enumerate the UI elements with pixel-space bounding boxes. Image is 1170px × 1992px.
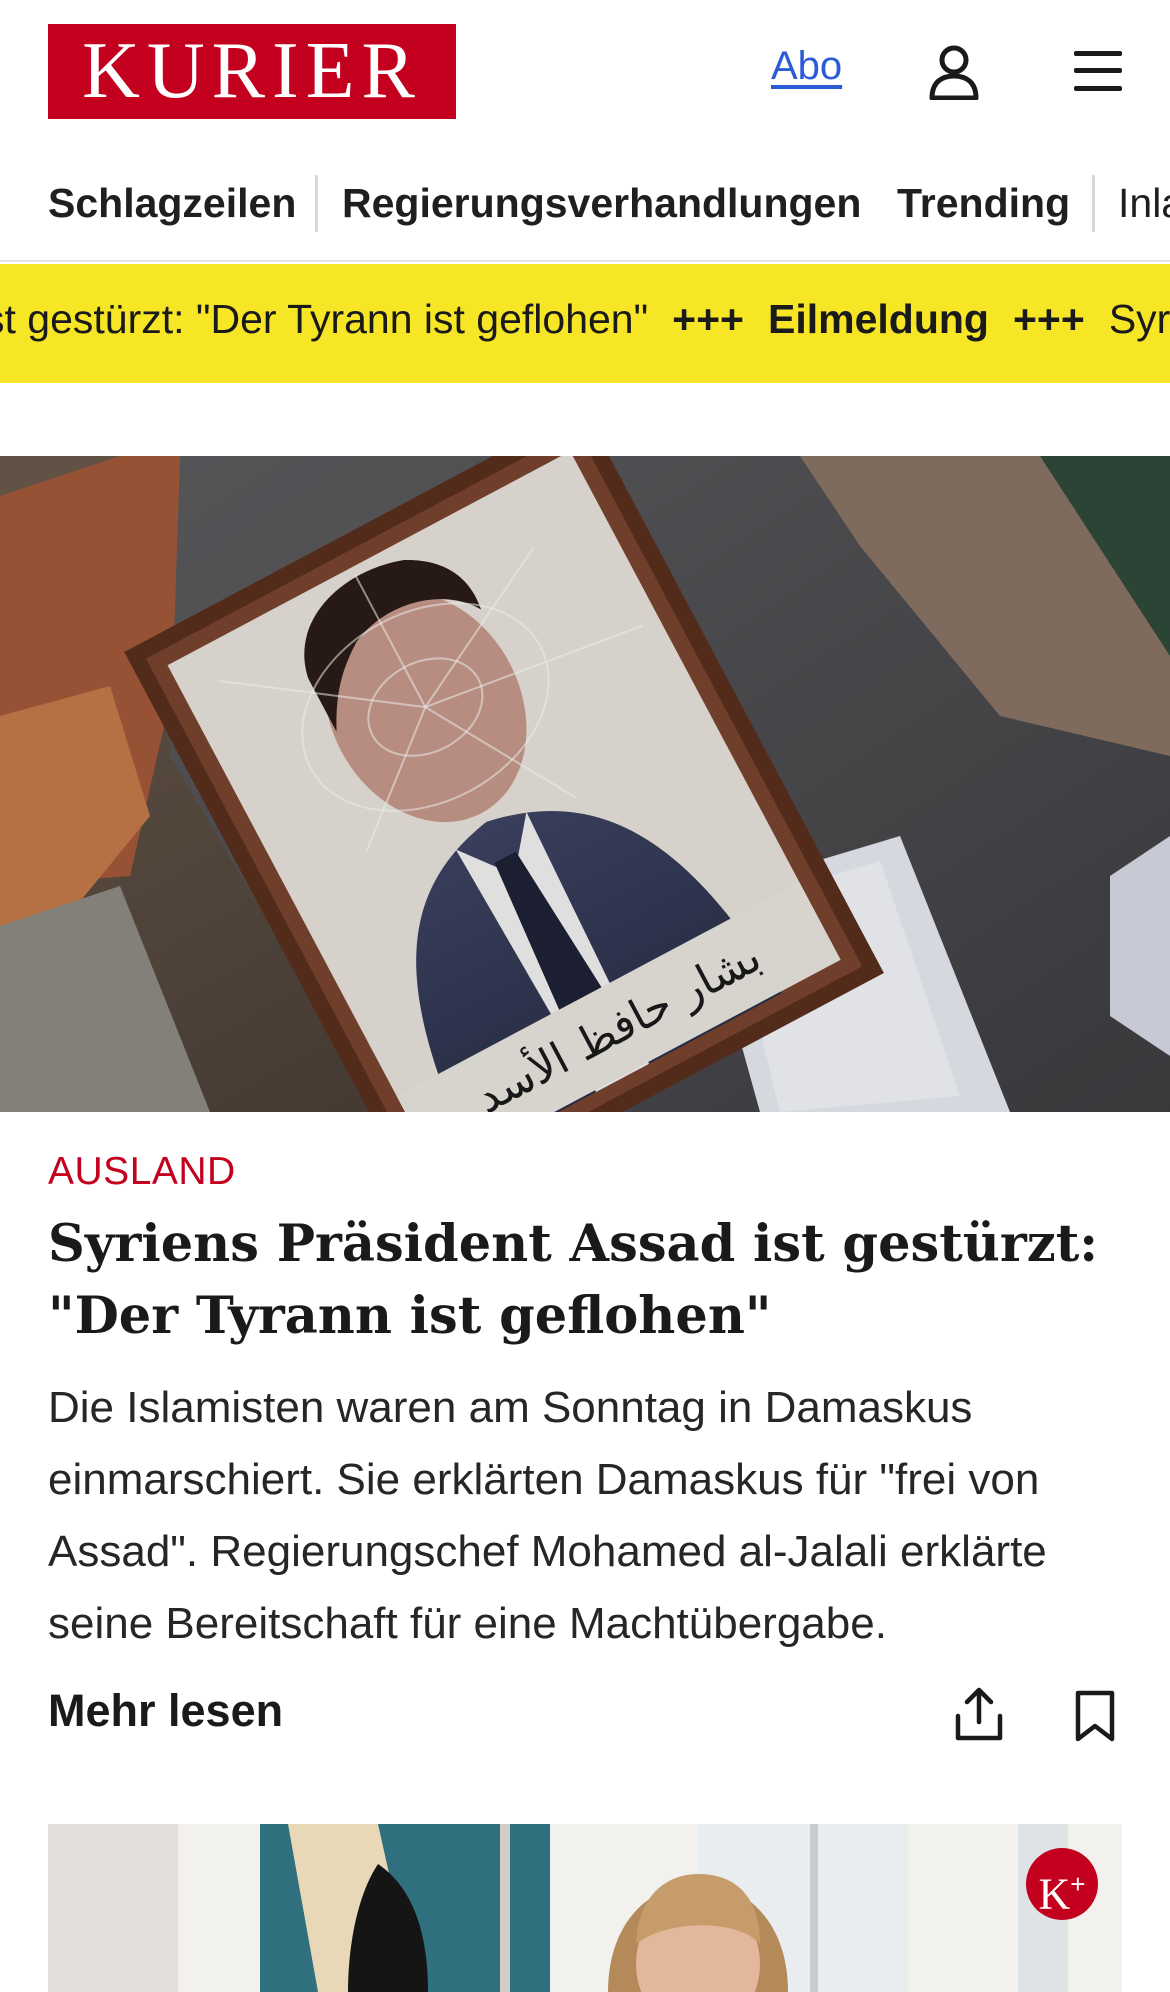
kurier-plus-badge: K+ xyxy=(1026,1848,1098,1920)
nav-divider xyxy=(315,175,318,232)
article-category[interactable]: AUSLAND xyxy=(48,1150,236,1194)
article-teaser: Die Islamisten waren am Sonntag in Damas… xyxy=(48,1383,1047,1648)
nav-item-regierungsverhandlungen[interactable]: Regierungsverhandlungen xyxy=(342,180,861,227)
ticker-headline: Syr xyxy=(1108,296,1170,342)
share-icon[interactable] xyxy=(954,1686,1004,1742)
kplus-letter: K xyxy=(1038,1869,1071,1919)
next-article-image[interactable] xyxy=(48,1824,1122,1992)
bookmark-icon[interactable] xyxy=(1074,1690,1116,1742)
ticker-track: st gestürzt: "Der Tyrann ist geflohen" ++… xyxy=(0,296,1170,343)
breaking-news-ticker[interactable]: st gestürzt: "Der Tyrann ist geflohen" ++… xyxy=(0,264,1170,383)
ticker-separator: +++ xyxy=(1012,296,1085,342)
nav-item-inland[interactable]: Inla xyxy=(1118,180,1170,227)
kplus-sup: + xyxy=(1070,1869,1086,1899)
read-more-link[interactable]: Mehr lesen xyxy=(48,1685,283,1737)
kurier-logo[interactable]: KURIER xyxy=(48,24,456,119)
ticker-headline: st gestürzt: "Der Tyrann ist geflohen" xyxy=(0,296,649,342)
nav-divider xyxy=(1092,175,1095,232)
user-icon[interactable] xyxy=(928,44,980,100)
hero-image[interactable]: بشار حافظ الأسد xyxy=(0,456,1170,1112)
site-header: KURIER Abo xyxy=(0,0,1170,145)
menu-icon[interactable] xyxy=(1072,48,1124,94)
portrait-photo xyxy=(48,1824,1122,1992)
nav-item-schlagzeilen[interactable]: Schlagzeilen xyxy=(48,180,296,227)
broken-portrait-photo: بشار حافظ الأسد xyxy=(0,456,1170,1112)
abo-link[interactable]: Abo xyxy=(771,44,842,89)
article-headline[interactable]: Syriens Präsident Assad ist gestürzt: "D… xyxy=(48,1208,1128,1352)
nav-item-trending[interactable]: Trending xyxy=(897,180,1070,227)
ticker-label: Eilmeldung xyxy=(768,296,989,342)
section-nav: Schlagzeilen Regierungsverhandlungen Tre… xyxy=(0,160,1170,262)
ticker-separator: +++ xyxy=(672,296,745,342)
